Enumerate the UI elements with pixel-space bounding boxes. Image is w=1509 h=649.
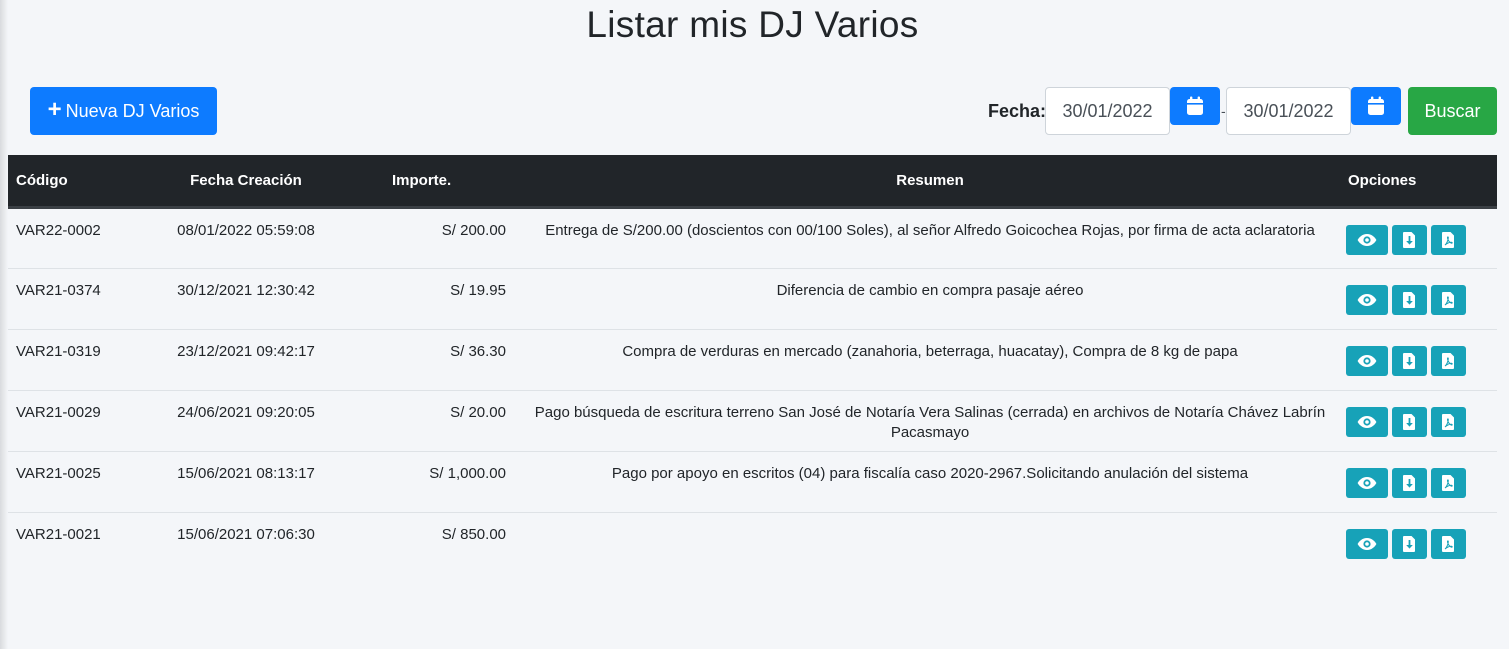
cell-importe: S/ 36.30	[352, 328, 514, 390]
page-title: Listar mis DJ Varios	[586, 4, 919, 45]
left-edge-shadow	[0, 0, 8, 649]
cell-resumen: Compra de verduras en mercado (zanahoria…	[514, 328, 1346, 390]
cell-opciones	[1346, 328, 1497, 390]
download-icon	[1403, 474, 1415, 491]
cell-importe: S/ 850.00	[352, 511, 514, 573]
date-range-separator: -	[1221, 103, 1226, 119]
cell-resumen: Entrega de S/200.00 (doscientos con 00/1…	[545, 221, 1315, 239]
table-row: VAR21-0021 15/06/2021 07:06:30 S/ 850.00	[8, 511, 1497, 573]
date-from-input[interactable]	[1045, 87, 1170, 135]
pdf-button[interactable]	[1431, 345, 1466, 376]
cell-opciones	[1346, 267, 1497, 329]
cell-opciones	[1346, 389, 1497, 451]
calendar-icon	[1368, 96, 1384, 115]
header-fecha-creacion: Fecha Creación	[140, 155, 352, 209]
pdf-icon	[1442, 291, 1454, 308]
download-icon	[1403, 535, 1415, 552]
table-row: VAR21-0374 30/12/2021 12:30:42 S/ 19.95 …	[8, 267, 1497, 329]
pdf-button[interactable]	[1431, 467, 1466, 498]
view-button[interactable]	[1346, 345, 1388, 376]
cell-opciones	[1346, 450, 1497, 512]
header-opciones: Opciones	[1346, 155, 1497, 209]
eye-icon	[1357, 537, 1377, 550]
view-button[interactable]	[1346, 406, 1388, 437]
new-dj-button[interactable]: + Nueva DJ Varios	[30, 87, 217, 135]
cell-codigo: VAR22-0002	[16, 221, 101, 239]
download-icon	[1403, 352, 1415, 369]
cell-codigo: VAR21-0319	[8, 328, 140, 390]
pdf-button[interactable]	[1431, 224, 1466, 255]
eye-icon	[1357, 293, 1377, 306]
download-button[interactable]	[1392, 467, 1427, 498]
cell-fecha-creacion: 30/12/2021 12:30:42	[140, 267, 352, 329]
header-codigo: Código	[8, 155, 140, 209]
view-button[interactable]	[1346, 467, 1388, 498]
cell-resumen: Pago por apoyo en escritos (04) para fis…	[514, 450, 1346, 512]
cell-resumen: Diferencia de cambio en compra pasaje aé…	[514, 267, 1346, 329]
download-button[interactable]	[1392, 528, 1427, 559]
cell-codigo: VAR21-0021	[8, 511, 140, 573]
table-row: VAR21-0029 24/06/2021 09:20:05 S/ 20.00 …	[8, 389, 1497, 451]
cell-codigo: VAR21-0374	[8, 267, 140, 329]
cell-codigo: VAR21-0025	[8, 450, 140, 512]
pdf-icon	[1442, 413, 1454, 430]
eye-icon	[1357, 233, 1377, 246]
date-filter-label: Fecha:	[988, 101, 1047, 121]
cell-fecha-creacion: 23/12/2021 09:42:17	[140, 328, 352, 390]
date-from-calendar-button[interactable]	[1170, 87, 1220, 125]
table-row: VAR21-0319 23/12/2021 09:42:17 S/ 36.30 …	[8, 328, 1497, 390]
pdf-icon	[1442, 474, 1454, 491]
download-icon	[1403, 291, 1415, 308]
cell-opciones	[1346, 207, 1497, 268]
download-icon	[1403, 231, 1415, 248]
pdf-button[interactable]	[1431, 528, 1466, 559]
download-button[interactable]	[1392, 224, 1427, 255]
eye-icon	[1357, 415, 1377, 428]
download-icon	[1403, 413, 1415, 430]
new-dj-label: Nueva DJ Varios	[65, 100, 200, 121]
cell-resumen: Pago búsqueda de escritura terreno San J…	[514, 389, 1346, 451]
pdf-button[interactable]	[1431, 284, 1466, 315]
pdf-button[interactable]	[1431, 406, 1466, 437]
table-row: VAR22-0002 08/01/2022 05:59:08 S/ 200.00…	[8, 207, 1497, 268]
dj-varios-table: Código Fecha Creación Importe. Resumen O…	[8, 155, 1497, 573]
date-to-input[interactable]	[1226, 87, 1351, 135]
cell-codigo: VAR21-0029	[8, 389, 140, 451]
cell-importe: S/ 200.00	[441, 221, 506, 239]
view-button[interactable]	[1346, 224, 1388, 255]
download-button[interactable]	[1392, 284, 1427, 315]
cell-resumen	[514, 511, 1346, 573]
date-to-calendar-button[interactable]	[1351, 87, 1401, 125]
pdf-icon	[1442, 535, 1454, 552]
pdf-icon	[1442, 231, 1454, 248]
cell-importe: S/ 20.00	[352, 389, 514, 451]
plus-icon: +	[47, 96, 62, 123]
header-importe: Importe.	[352, 155, 514, 209]
eye-icon	[1357, 354, 1377, 367]
view-button[interactable]	[1346, 284, 1388, 315]
eye-icon	[1357, 476, 1377, 489]
cell-fecha-creacion: 24/06/2021 09:20:05	[140, 389, 352, 451]
header-resumen: Resumen	[514, 155, 1346, 209]
cell-fecha-creacion: 08/01/2022 05:59:08	[177, 221, 315, 239]
cell-fecha-creacion: 15/06/2021 08:13:17	[140, 450, 352, 512]
cell-fecha-creacion: 15/06/2021 07:06:30	[140, 511, 352, 573]
pdf-icon	[1442, 352, 1454, 369]
calendar-icon	[1187, 96, 1203, 115]
search-button[interactable]: Buscar	[1408, 87, 1497, 135]
table-row: VAR21-0025 15/06/2021 08:13:17 S/ 1,000.…	[8, 450, 1497, 512]
cell-importe: S/ 19.95	[352, 267, 514, 329]
view-button[interactable]	[1346, 528, 1388, 559]
table-header-row: Código Fecha Creación Importe. Resumen O…	[8, 155, 1497, 209]
cell-opciones	[1346, 511, 1497, 573]
download-button[interactable]	[1392, 345, 1427, 376]
cell-importe: S/ 1,000.00	[352, 450, 514, 512]
download-button[interactable]	[1392, 406, 1427, 437]
